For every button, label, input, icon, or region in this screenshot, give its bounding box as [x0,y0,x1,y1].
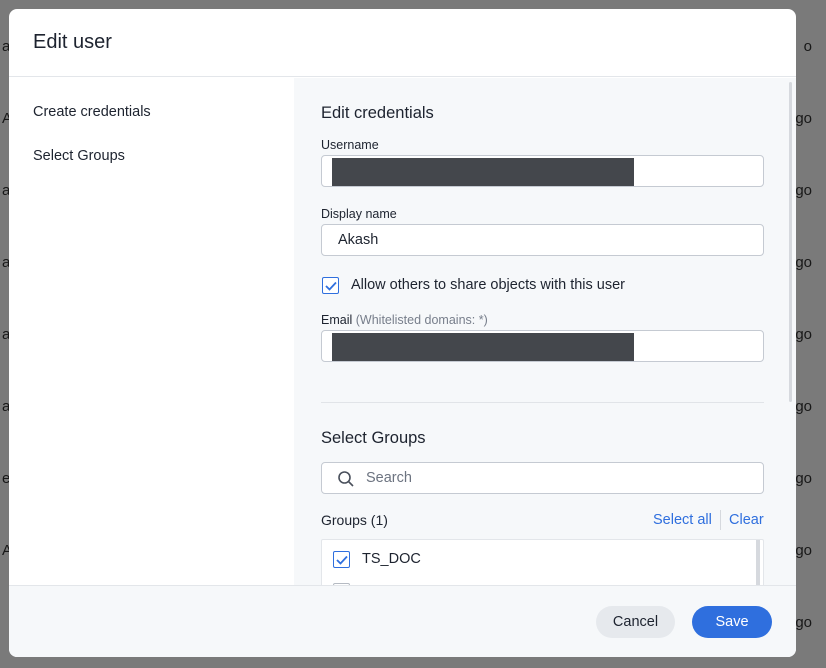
search-icon [338,471,354,487]
section-divider [321,402,764,403]
sidebar-item-select-groups[interactable]: Select Groups [33,148,125,164]
content-scrollbar[interactable] [789,82,792,402]
email-field[interactable] [321,330,764,362]
dialog-title: Edit user [33,31,112,53]
redacted-value [332,333,634,361]
username-label: Username [321,138,379,152]
dialog-sidebar: Create credentials Select Groups [9,78,294,585]
edit-user-dialog: Edit user Create credentials Select Grou… [9,9,796,657]
display-name-label: Display name [321,207,397,221]
group-search-input[interactable]: Search [321,462,764,494]
groups-count-label: Groups (1) [321,512,388,528]
section-title-credentials: Edit credentials [321,104,434,122]
dialog-header: Edit user [9,9,796,77]
display-name-value: Akash [338,232,379,248]
save-button[interactable]: Save [692,606,772,638]
email-hint: (Whitelisted domains: *) [355,313,488,327]
checkmark-icon [335,555,348,565]
cancel-button[interactable]: Cancel [596,606,675,638]
display-name-field[interactable]: Akash [321,224,764,256]
email-label-text: Email [321,313,353,327]
link-separator [720,510,721,530]
clear-link[interactable]: Clear [729,512,764,528]
share-objects-label: Allow others to share objects with this … [351,277,626,293]
redacted-value [332,158,634,186]
group-label: TS_DOC [362,551,421,567]
section-title-groups: Select Groups [321,429,426,447]
username-field[interactable] [321,155,764,187]
sidebar-item-create-credentials[interactable]: Create credentials [33,104,151,120]
select-all-link[interactable]: Select all [653,512,712,528]
checkmark-icon [324,281,337,291]
list-scrollbar[interactable] [756,540,760,585]
dialog-content: Edit credentials Username Display name A… [294,78,796,585]
search-placeholder: Search [366,470,412,486]
dialog-footer: Cancel Save [9,585,796,657]
group-list: TS_DOC 100 [321,539,764,585]
email-label: Email (Whitelisted domains: *) [321,313,488,327]
share-objects-checkbox[interactable] [322,277,339,294]
group-checkbox-ts-doc[interactable] [333,551,350,568]
